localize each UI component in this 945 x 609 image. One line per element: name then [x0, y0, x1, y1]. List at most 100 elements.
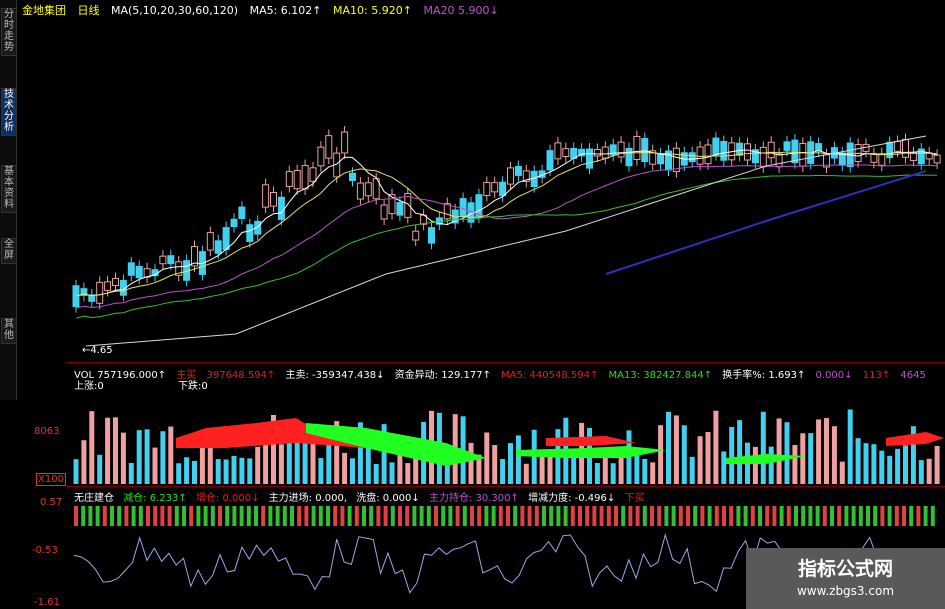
- ma120-line: [605, 170, 927, 275]
- volume-bar: [500, 458, 506, 484]
- candle-body: [459, 198, 467, 217]
- candle-body: [317, 146, 325, 167]
- indicator-bar: [196, 506, 201, 526]
- candle-body: [593, 149, 601, 157]
- candle-body: [270, 192, 277, 207]
- indicator-bar: [642, 506, 647, 526]
- volume-bar: [405, 463, 411, 484]
- volume-bar: [523, 463, 529, 484]
- candle-body: [878, 153, 886, 166]
- indicator-bar: [614, 506, 618, 526]
- indicator-bar: [470, 506, 474, 526]
- volume-bar: [847, 409, 853, 484]
- tab-intraday[interactable]: 分时走势: [1, 8, 17, 56]
- indicator-bar: [700, 506, 705, 526]
- candle-body: [96, 281, 104, 304]
- indicator-bar: [412, 506, 417, 526]
- indicator-bar: [261, 506, 266, 526]
- indicator-bar: [498, 506, 503, 526]
- indicator-bar: [851, 506, 856, 526]
- indicator-bar: [549, 506, 554, 526]
- indicator-bar: [74, 506, 78, 526]
- indicator-bar: [902, 506, 906, 526]
- indicator-bar: [297, 506, 302, 526]
- volume-chart[interactable]: [66, 388, 945, 486]
- volume-bar: [492, 445, 498, 484]
- volume-bar: [681, 425, 687, 484]
- ma20-line: [75, 164, 938, 309]
- candle-body: [514, 166, 522, 176]
- indicator-bar: [347, 506, 352, 526]
- candle-body: [127, 262, 135, 276]
- indicator-bar: [786, 506, 791, 526]
- indicator-bar: [657, 506, 662, 526]
- candle-body: [720, 140, 728, 161]
- volume-bar: [231, 455, 237, 484]
- indicator-bar: [117, 506, 122, 526]
- candle-body: [167, 255, 175, 265]
- indicator-bar: [765, 506, 770, 526]
- volume-bar: [81, 440, 87, 484]
- indicator-bar: [844, 506, 849, 526]
- indicator-bar: [506, 506, 510, 526]
- candle-body: [633, 135, 641, 161]
- price-chart[interactable]: [66, 16, 945, 362]
- volume-bar: [278, 444, 284, 484]
- candle-body: [325, 135, 333, 159]
- indicator-bar: [102, 506, 107, 526]
- candle-body: [712, 137, 720, 156]
- indicator-bar: [441, 506, 446, 526]
- vol-extra-1: 0.000↓: [815, 370, 853, 381]
- indicator-bar: [578, 506, 582, 526]
- volume-bar: [310, 438, 316, 484]
- indicator-bar: [290, 506, 294, 526]
- volume-bar: [136, 430, 142, 484]
- volume-bar: [120, 432, 126, 484]
- indicator-bar: [758, 506, 762, 526]
- volume-bar: [721, 451, 727, 484]
- volume-bar: [515, 435, 521, 484]
- indicator-bar: [520, 506, 525, 526]
- candle-body: [341, 131, 349, 154]
- indicator-bar: [218, 506, 222, 526]
- candle-body: [657, 153, 665, 165]
- volume-bar: [184, 457, 190, 484]
- low-price-label: ←4.65: [82, 345, 113, 356]
- indicator-bar: [563, 506, 568, 526]
- candle-body: [902, 138, 909, 158]
- vol-ma5: MA5: 440548.594↑: [501, 370, 599, 381]
- indicator-bar: [570, 506, 575, 526]
- watermark: 指标公式网 www.zbgs3.com: [746, 548, 945, 609]
- sidebar: 分时走势 技术分析 基本资料 全屏 其他: [0, 0, 17, 400]
- candle-body: [159, 255, 167, 265]
- volume-bar: [666, 411, 671, 484]
- volume-bar: [610, 463, 616, 484]
- candle-body: [349, 172, 356, 182]
- tab-technical[interactable]: 技术分析: [1, 88, 17, 136]
- candle-body: [886, 141, 894, 159]
- volume-bar: [918, 460, 924, 484]
- indicator-bar: [160, 506, 165, 526]
- indicator-bar: [873, 506, 878, 526]
- watermark-url: www.zbgs3.com: [796, 584, 895, 598]
- tab-fullscreen[interactable]: 全屏: [1, 238, 17, 264]
- volume-bar: [824, 418, 829, 484]
- indicator-bar: [930, 506, 935, 526]
- tab-other[interactable]: 其他: [1, 318, 17, 344]
- candle-body: [262, 184, 270, 208]
- volume-bar: [97, 454, 103, 484]
- volume-bar: [808, 433, 814, 484]
- volume-bar: [263, 438, 269, 484]
- vol-ma13: MA13: 382427.844↑: [608, 370, 713, 381]
- volume-bar: [389, 462, 395, 484]
- volume-bar: [816, 419, 822, 484]
- tab-fundamentals[interactable]: 基本资料: [1, 165, 17, 213]
- candle-body: [112, 278, 119, 287]
- volume-bar: [689, 456, 695, 484]
- indicator-bar: [794, 506, 798, 526]
- volume-bar: [89, 411, 95, 484]
- indicator-bar: [95, 506, 100, 526]
- indicator-bar: [434, 506, 438, 526]
- indicator-bar: [484, 506, 489, 526]
- candle-body: [364, 182, 372, 197]
